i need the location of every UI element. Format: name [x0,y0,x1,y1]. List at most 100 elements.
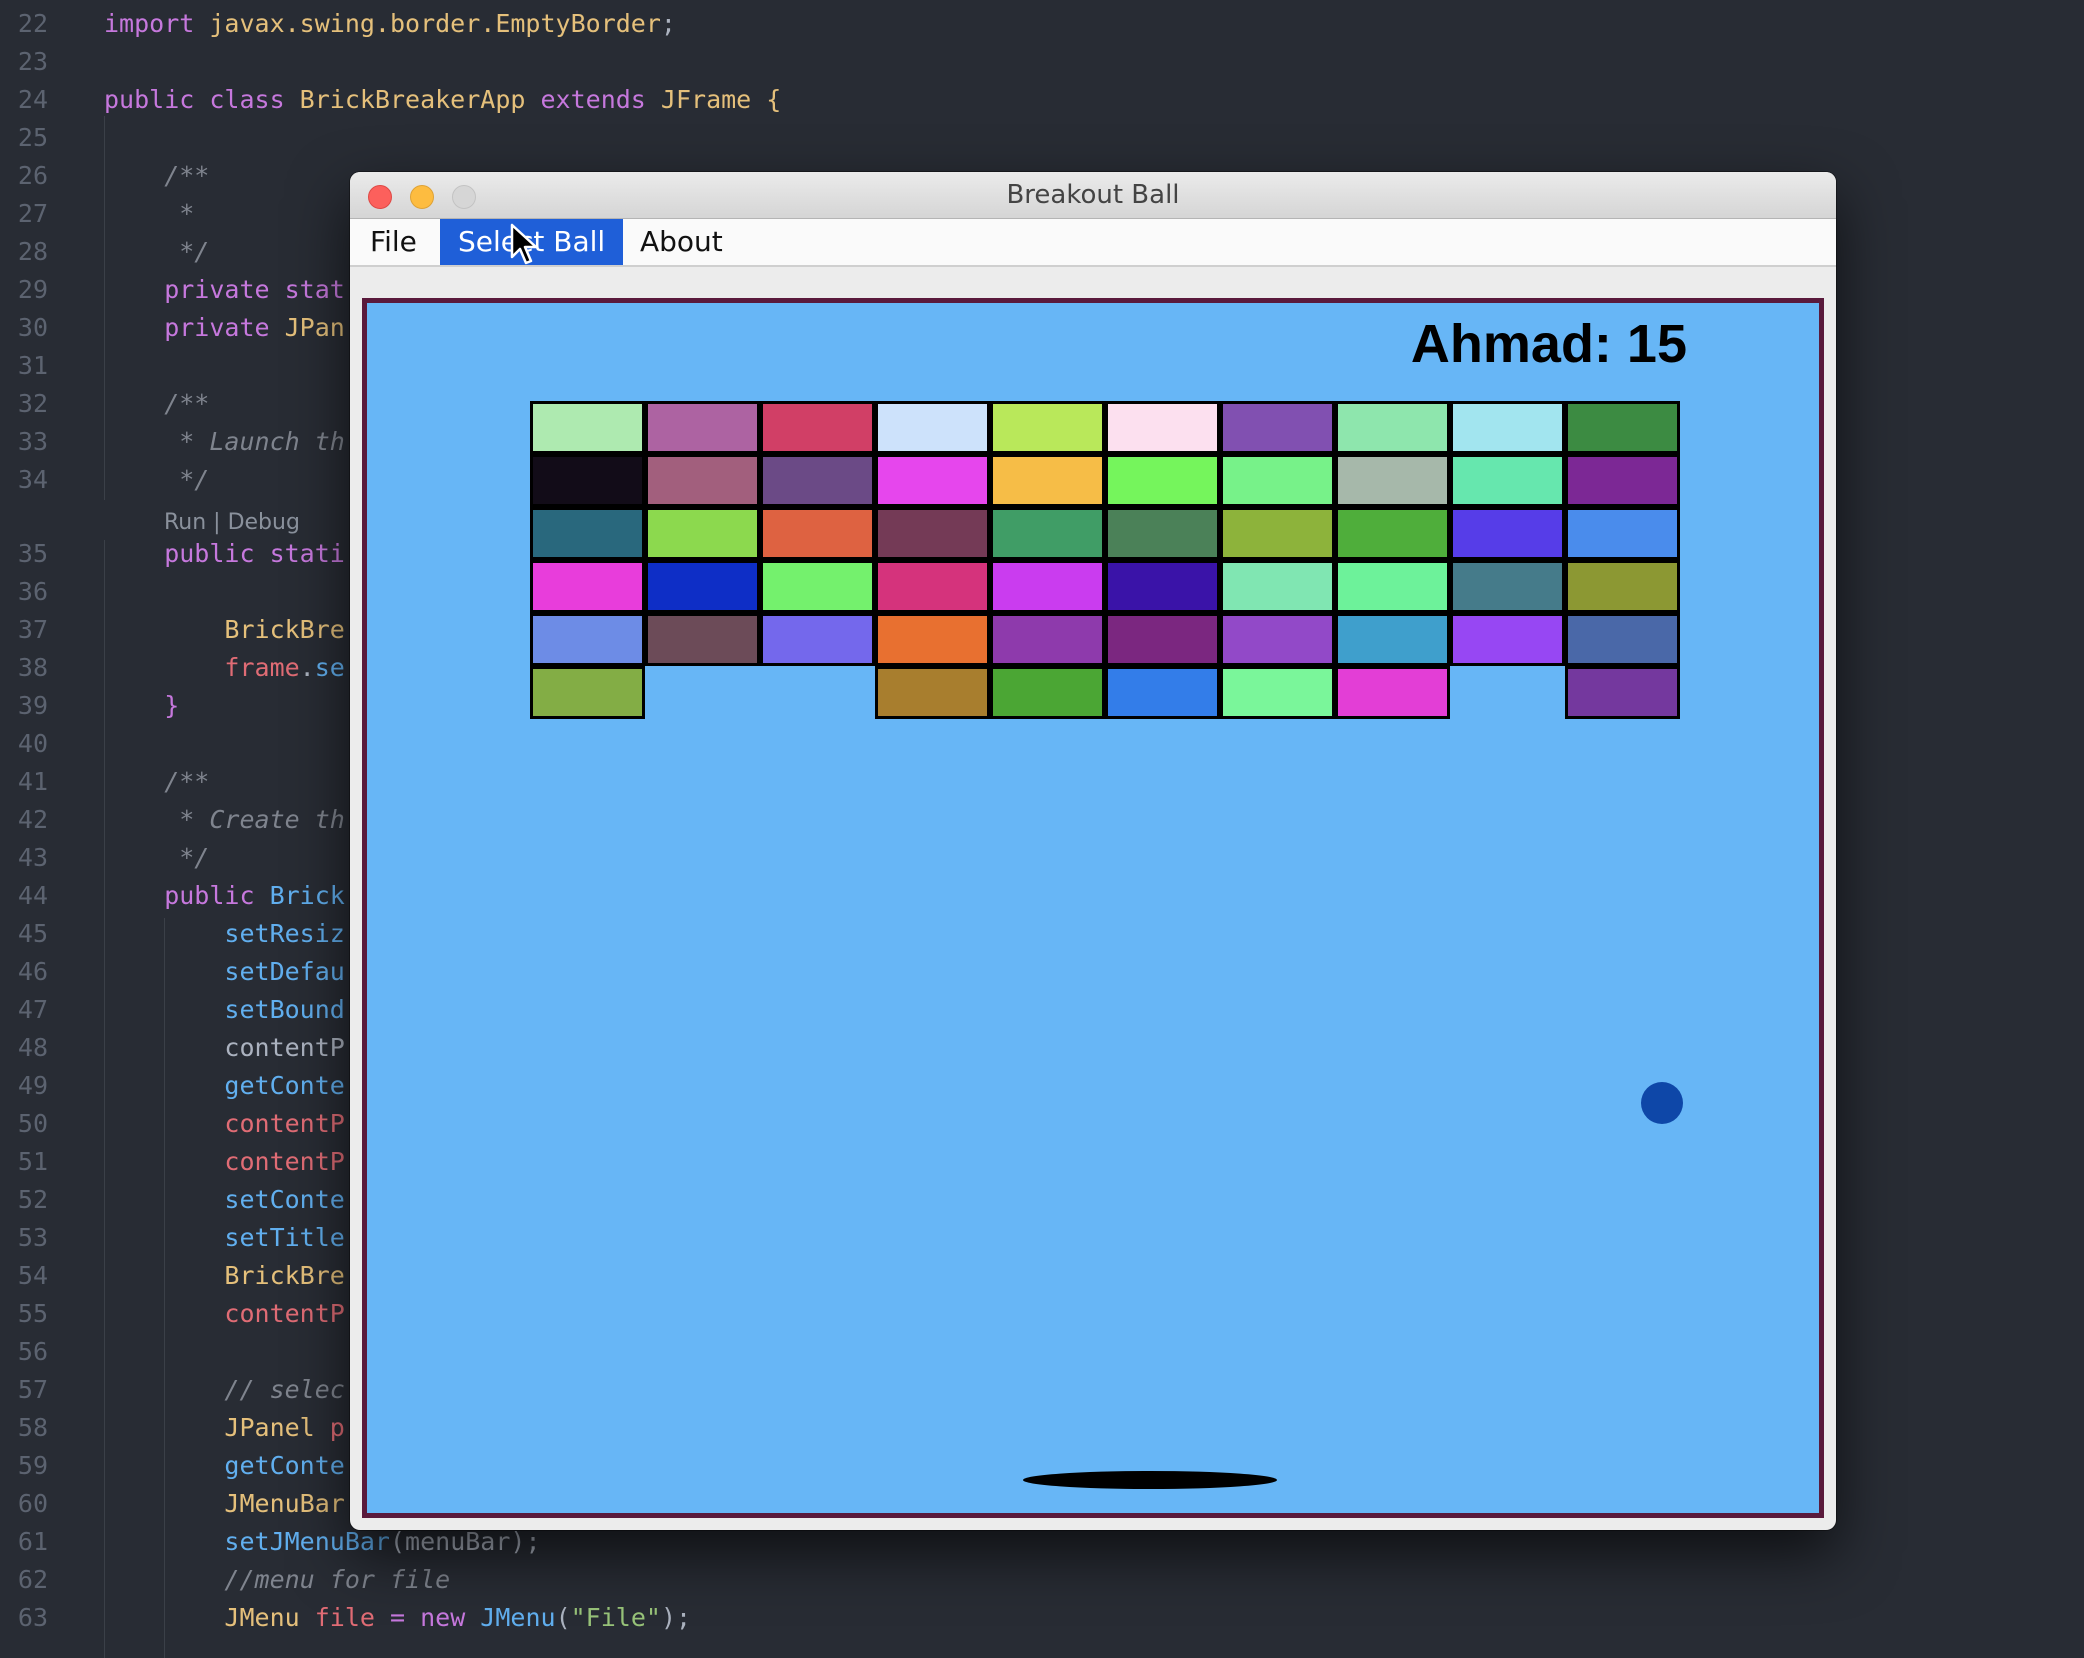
code-token: * Create th [104,805,345,834]
code-token: Brick [269,881,345,910]
code-token: /** [104,767,210,796]
brick [875,507,990,560]
code-line[interactable]: 24 public class BrickBreakerApp extends J… [0,81,2084,119]
code-line[interactable]: 63 JMenu file = new JMenu("File"); [0,1599,2084,1637]
code-token: * Launch th [104,427,345,456]
code-text: JMenu file = new JMenu("File"); [104,1599,691,1637]
line-number: 35 [17,539,48,568]
code-text: frame.se [104,649,344,687]
code-token: ); [660,1603,692,1632]
brick [645,401,760,454]
code-text: getConte [104,1447,344,1485]
code-text: JMenuBar [104,1485,345,1523]
line-number: 39 [17,691,48,720]
code-token: JMenu [104,1603,315,1632]
line-number: 30 [17,313,48,342]
brick [1105,613,1220,666]
code-token: */ [104,465,210,494]
line-number: 27 [17,199,48,228]
line-number: 57 [17,1375,48,1404]
code-token: // selec [104,1375,345,1404]
code-text: public Brick [104,877,345,915]
line-number: 45 [17,919,48,948]
code-token: private stat [104,275,345,304]
code-token: /** [104,161,210,190]
code-text: * Create th [104,801,345,839]
brick [760,507,875,560]
code-line[interactable]: 25 [0,119,2084,157]
brick [1105,401,1220,454]
code-text: /** [104,385,209,423]
line-number: 46 [17,957,48,986]
code-token: JPan [284,313,345,342]
code-text: import javax.swing.border.EmptyBorder; [104,5,676,43]
game-canvas[interactable]: Ahmad: 15 [362,298,1824,1518]
brick [760,401,875,454]
code-token: JMenu [480,1603,556,1632]
brick [875,613,990,666]
line-number: 38 [17,653,48,682]
paddle[interactable] [1023,1471,1277,1489]
brick [1450,507,1565,560]
line-number: 28 [17,237,48,266]
code-line[interactable]: 22 import javax.swing.border.EmptyBorder; [0,5,2084,43]
title-bar[interactable]: Breakout Ball [350,172,1836,219]
brick [1335,507,1450,560]
close-window-button[interactable] [368,185,392,209]
brick [875,454,990,507]
line-number: 33 [17,427,48,456]
code-text: * [104,195,194,233]
line-number: 23 [17,47,48,76]
code-token: setResiz [104,919,345,948]
code-token: BrickBreakerApp [299,85,541,114]
line-number: 53 [17,1223,48,1252]
code-token: file [314,1603,390,1632]
code-token: } [104,691,180,720]
code-text: */ [104,461,209,499]
code-token: /** [104,389,210,418]
brick [990,507,1105,560]
codelens-run-debug[interactable]: Run | Debug [164,508,300,538]
code-line[interactable]: 23 [0,43,2084,81]
menu-about[interactable]: About [622,219,741,265]
line-number: 58 [17,1413,48,1442]
brick [530,507,645,560]
code-text: contentP [104,1143,344,1181]
code-text: public stati [104,535,345,573]
brick [530,666,645,719]
brick [760,613,875,666]
code-token: setBound [104,995,345,1024]
brick [530,560,645,613]
minimize-window-button[interactable] [410,185,434,209]
brick [1220,401,1335,454]
code-text: JPanel p [104,1409,345,1447]
brick [990,401,1105,454]
code-token: "File" [570,1603,661,1632]
code-text: */ [104,839,209,877]
code-token: p [329,1413,345,1442]
brick [645,507,760,560]
line-number: 29 [17,275,48,304]
brick [760,454,875,507]
brick [530,613,645,666]
app-window: Breakout Ball File Select Ball About Ahm… [350,172,1836,1530]
line-number: 54 [17,1261,48,1290]
line-number: 41 [17,767,48,796]
brick [645,560,760,613]
line-number: 37 [17,615,48,644]
code-token: JPanel [104,1413,330,1442]
brick [990,454,1105,507]
line-number: 42 [17,805,48,834]
brick [1565,560,1680,613]
menu-file[interactable]: File [352,219,435,265]
line-number: 48 [17,1033,48,1062]
code-token: javax.swing.border.EmptyBorder [209,9,661,38]
code-text: /** [104,157,209,195]
code-line[interactable]: 62 //menu for file [0,1561,2084,1599]
code-token: extends [540,85,661,114]
code-token: setTitle [104,1223,345,1252]
zoom-window-button[interactable] [452,185,476,209]
brick [1105,560,1220,613]
code-text: setTitle [104,1219,345,1257]
code-token: JMenuBar [104,1489,345,1518]
